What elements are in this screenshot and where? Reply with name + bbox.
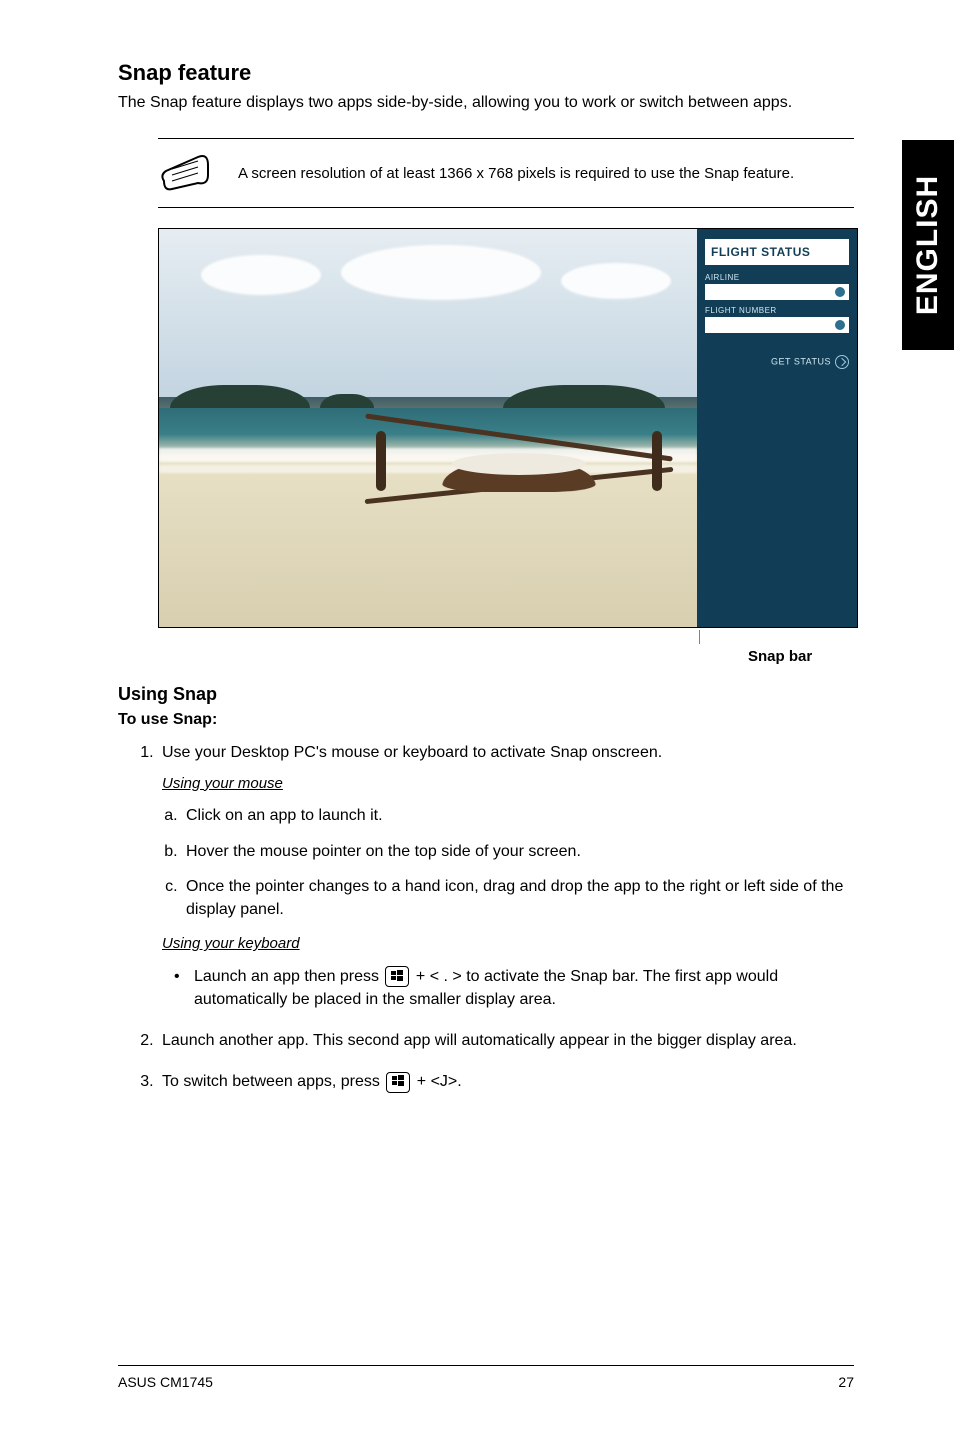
panel-header: FLIGHT STATUS (705, 239, 849, 265)
footer-page-number: 27 (838, 1374, 854, 1390)
footer-model: ASUS CM1745 (118, 1374, 213, 1390)
language-tab-label: ENGLISH (911, 175, 945, 315)
keyboard-heading: Using your keyboard (162, 933, 854, 955)
snap-bar-indicator (699, 630, 700, 644)
page-footer: ASUS CM1745 27 (118, 1365, 854, 1390)
note-icon (158, 151, 214, 195)
panel-input-airline[interactable] (705, 284, 849, 300)
panel-label-airline: AIRLINE (705, 273, 849, 282)
step-3-post: + <J>. (412, 1073, 461, 1090)
snapped-app-panel: FLIGHT STATUS AIRLINE FLIGHT NUMBER GET … (697, 229, 857, 627)
panel-get-status-label: GET STATUS (771, 357, 831, 367)
arrow-circle-icon (835, 355, 849, 369)
section-title: Snap feature (118, 60, 854, 86)
step-3-pre: To switch between apps, press (162, 1073, 384, 1090)
intro-text: The Snap feature displays two apps side-… (118, 92, 854, 114)
snap-screenshot: FLIGHT STATUS AIRLINE FLIGHT NUMBER GET … (158, 228, 858, 628)
panel-label-flight: FLIGHT NUMBER (705, 306, 849, 315)
keyboard-bullet: Launch an app then press + < . > to acti… (166, 965, 854, 1011)
panel-get-status[interactable]: GET STATUS (705, 355, 849, 369)
mouse-step-c: Once the pointer changes to a hand icon,… (182, 875, 854, 921)
step-1-text: Use your Desktop PC's mouse or keyboard … (162, 744, 662, 761)
kbd-bullet-pre: Launch an app then press (194, 968, 383, 985)
mouse-heading: Using your mouse (162, 773, 854, 795)
windows-key-icon (386, 1072, 410, 1093)
step-1: Use your Desktop PC's mouse or keyboard … (158, 741, 854, 1011)
mouse-step-b: Hover the mouse pointer on the top side … (182, 840, 854, 863)
mouse-step-a: Click on an app to launch it. (182, 804, 854, 827)
snap-bar-label: Snap bar (748, 648, 812, 665)
windows-key-icon (385, 966, 409, 987)
step-2: Launch another app. This second app will… (158, 1029, 854, 1052)
note-callout: A screen resolution of at least 1366 x 7… (158, 138, 854, 208)
note-text: A screen resolution of at least 1366 x 7… (238, 165, 794, 182)
using-snap-title: Using Snap (118, 684, 854, 705)
language-tab: ENGLISH (902, 140, 954, 350)
step-3: To switch between apps, press + <J>. (158, 1070, 854, 1093)
boat-image (424, 365, 614, 535)
to-use-snap: To use Snap: (118, 711, 854, 729)
panel-input-flight[interactable] (705, 317, 849, 333)
